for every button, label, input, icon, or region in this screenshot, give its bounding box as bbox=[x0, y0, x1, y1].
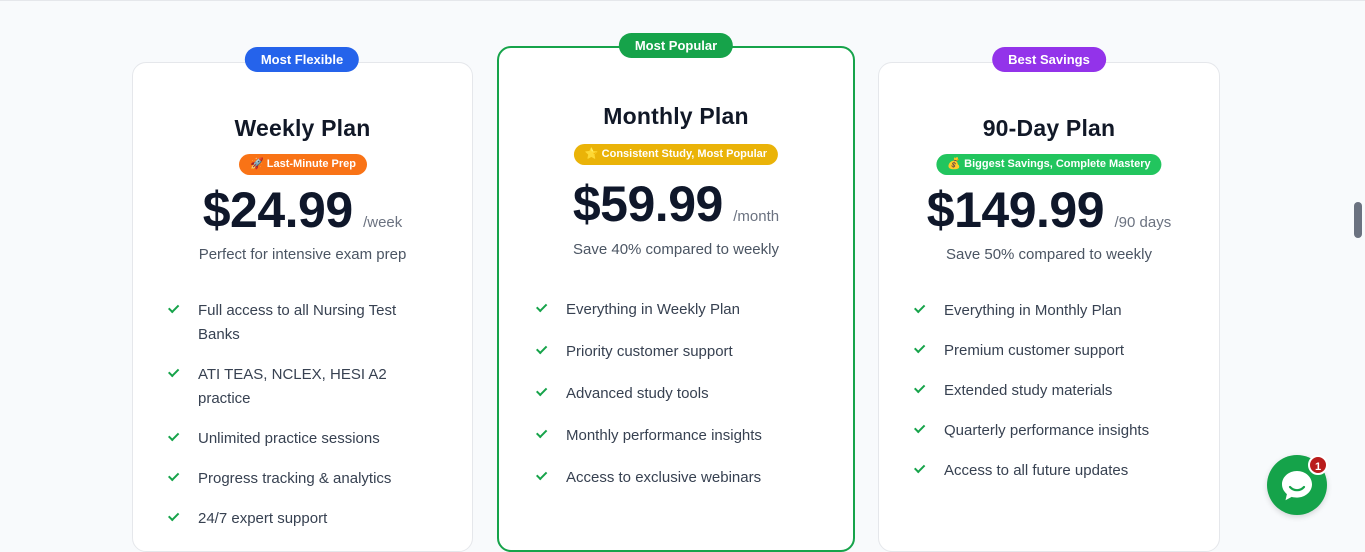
pricing-card-ninety-day: 90-Day Plan 💰 Biggest Savings, Complete … bbox=[878, 62, 1220, 552]
badge-most-flexible: Most Flexible bbox=[244, 47, 360, 72]
plan-note: Save 50% compared to weekly bbox=[946, 246, 1152, 263]
plan-tag: ⭐ Consistent Study, Most Popular bbox=[573, 144, 779, 165]
feature-item: Premium customer support bbox=[912, 339, 1202, 363]
plan-period: /90 days bbox=[1114, 214, 1172, 231]
check-icon bbox=[914, 341, 930, 358]
plan-price: $24.99 bbox=[202, 182, 353, 238]
feature-item: Unlimited practice sessions bbox=[166, 427, 426, 451]
price-row: $149.99 /90 days bbox=[879, 181, 1219, 239]
plan-title: Monthly Plan bbox=[603, 103, 749, 129]
check-icon bbox=[168, 301, 184, 318]
check-icon bbox=[536, 468, 552, 485]
plan-price: $149.99 bbox=[926, 182, 1105, 238]
feature-item: Extended study materials bbox=[912, 379, 1202, 403]
chat-notification-badge: 1 bbox=[1308, 455, 1328, 475]
plan-note: Save 40% compared to weekly bbox=[573, 241, 779, 258]
feature-item: Everything in Monthly Plan bbox=[912, 299, 1202, 323]
feature-list: Full access to all Nursing Test Banks AT… bbox=[166, 299, 426, 531]
feature-item: Advanced study tools bbox=[534, 382, 834, 406]
check-icon bbox=[536, 342, 552, 359]
badge-most-popular: Most Popular bbox=[618, 33, 734, 58]
feature-list: Everything in Weekly Plan Priority custo… bbox=[534, 298, 834, 490]
badge-best-savings: Best Savings bbox=[992, 47, 1106, 72]
top-divider bbox=[0, 0, 1365, 1]
check-icon bbox=[168, 509, 184, 526]
plan-tag: 💰 Biggest Savings, Complete Mastery bbox=[936, 154, 1162, 175]
feature-item: ATI TEAS, NCLEX, HESI A2 practice bbox=[166, 363, 426, 411]
check-icon bbox=[536, 426, 552, 443]
feature-item: Full access to all Nursing Test Banks bbox=[166, 299, 426, 347]
feature-item: Progress tracking & analytics bbox=[166, 467, 426, 491]
plan-title: 90-Day Plan bbox=[982, 115, 1116, 141]
check-icon bbox=[914, 421, 930, 438]
plan-period: /week bbox=[363, 214, 403, 231]
scrollbar-thumb[interactable] bbox=[1354, 202, 1362, 238]
check-icon bbox=[914, 301, 930, 318]
check-icon bbox=[168, 429, 184, 446]
plan-title: Weekly Plan bbox=[234, 115, 371, 141]
feature-item: Access to all future updates bbox=[912, 459, 1202, 483]
plan-tag: 🚀 Last-Minute Prep bbox=[239, 154, 367, 175]
plan-price: $59.99 bbox=[572, 176, 723, 232]
check-icon bbox=[914, 381, 930, 398]
pricing-card-monthly: Monthly Plan ⭐ Consistent Study, Most Po… bbox=[497, 46, 855, 552]
check-icon bbox=[168, 365, 184, 382]
check-icon bbox=[168, 469, 184, 486]
price-row: $24.99 /week bbox=[133, 181, 472, 239]
price-row: $59.99 /month bbox=[499, 175, 853, 233]
feature-item: Quarterly performance insights bbox=[912, 419, 1202, 443]
check-icon bbox=[914, 461, 930, 478]
pricing-card-weekly: Weekly Plan 🚀 Last-Minute Prep $24.99 /w… bbox=[132, 62, 473, 552]
feature-item: Priority customer support bbox=[534, 340, 834, 364]
feature-list: Everything in Monthly Plan Premium custo… bbox=[912, 299, 1202, 483]
plan-note: Perfect for intensive exam prep bbox=[198, 246, 407, 263]
plan-period: /month bbox=[733, 208, 780, 225]
feature-item: Monthly performance insights bbox=[534, 424, 834, 448]
check-icon bbox=[536, 384, 552, 401]
feature-item: 24/7 expert support bbox=[166, 507, 426, 531]
check-icon bbox=[536, 300, 552, 317]
feature-item: Access to exclusive webinars bbox=[534, 466, 834, 490]
feature-item: Everything in Weekly Plan bbox=[534, 298, 834, 322]
